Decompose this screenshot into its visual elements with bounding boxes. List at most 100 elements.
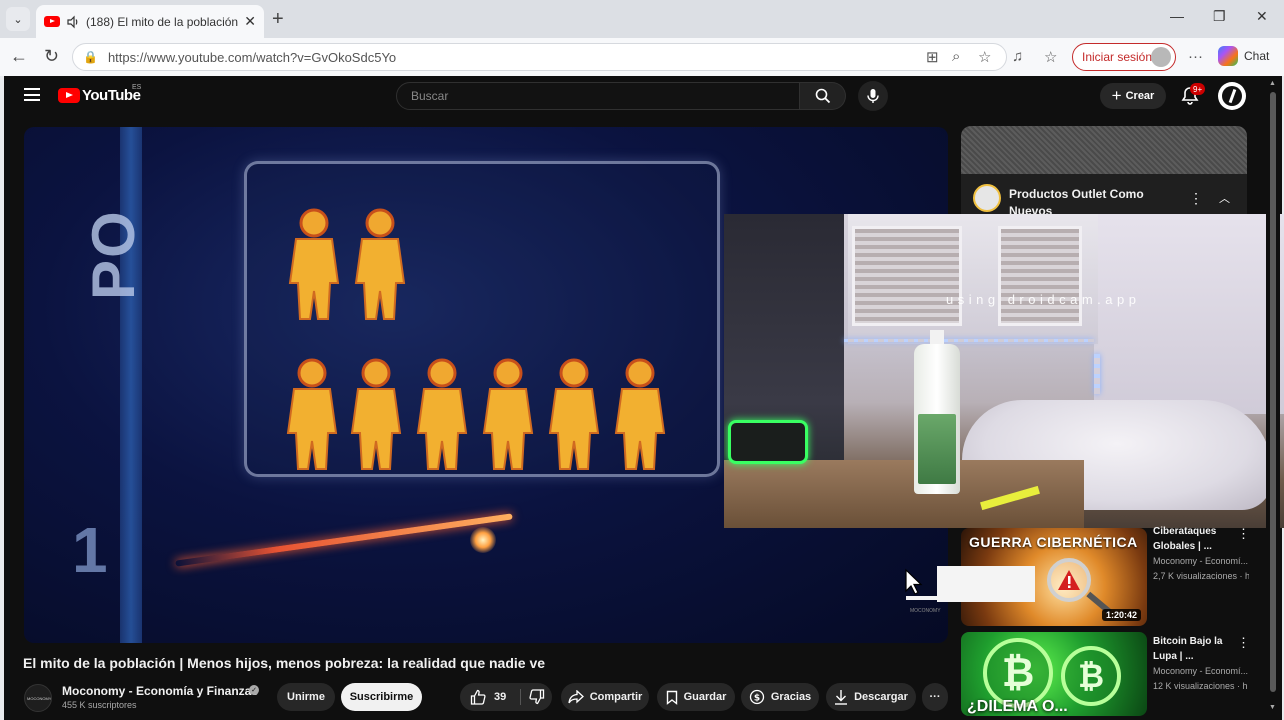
plus-icon: + — [1111, 86, 1122, 105]
redaction-box — [937, 566, 1035, 602]
window-border — [0, 76, 4, 720]
avatar-icon — [1222, 86, 1242, 106]
favorite-star-icon[interactable]: ☆ — [978, 48, 991, 66]
subscribe-label: Suscribirme — [349, 691, 414, 703]
browser-toolbar: ← ↻ 🔒 https://www.youtube.com/watch?v=Gv… — [0, 38, 1284, 76]
speaker-icon[interactable] — [66, 15, 80, 29]
maximize-icon[interactable]: ❐ — [1213, 8, 1226, 25]
download-icon — [835, 690, 848, 705]
more-actions-icon[interactable]: ⋮ — [1237, 635, 1250, 651]
chevron-down-icon: ⌄ — [13, 13, 23, 26]
ad-title[interactable]: Productos Outlet Como Nuevos — [1009, 186, 1189, 214]
zoom-icon[interactable]: ⌕ — [952, 48, 960, 65]
person-figure-icon — [614, 358, 666, 470]
thanks-button[interactable]: $ Gracias — [741, 683, 819, 711]
scrollbar-thumb[interactable] — [1270, 92, 1276, 692]
subscriber-count: 455 K suscriptores — [62, 700, 137, 710]
favorites-icon[interactable]: ☆ — [1044, 48, 1057, 66]
minimize-icon[interactable]: — — [1170, 8, 1184, 24]
recommendation-channel[interactable]: Moconomy - Economí... — [1153, 666, 1249, 676]
download-button[interactable]: Descargar — [826, 683, 916, 711]
recommendation-channel[interactable]: Moconomy - Economí... — [1153, 556, 1249, 566]
ad-banner-image[interactable] — [961, 126, 1247, 174]
create-button[interactable]: + Crear — [1100, 83, 1166, 109]
close-tab-icon[interactable]: ✕ — [244, 13, 256, 30]
app-available-icon[interactable]: ⊞ — [926, 48, 939, 66]
like-button[interactable]: 39 — [460, 683, 520, 711]
reload-icon[interactable]: ↻ — [44, 46, 59, 67]
channel-name[interactable]: Moconomy - Economía y Finanzas — [62, 684, 258, 698]
voice-search-button[interactable] — [858, 81, 888, 111]
scroll-down-icon[interactable]: ▼ — [1269, 704, 1276, 711]
share-button[interactable]: Compartir — [561, 683, 649, 711]
chat-label: Chat — [1244, 49, 1270, 63]
ad-menu-icon[interactable]: ⋮ — [1189, 190, 1203, 207]
bookmark-icon — [666, 690, 677, 705]
search-icon — [815, 88, 830, 104]
signin-button[interactable]: Iniciar sesión — [1072, 43, 1176, 71]
mini-brand-text: MOCONOMY — [910, 608, 941, 614]
scroll-up-icon[interactable]: ▲ — [1269, 80, 1276, 87]
channel-avatar[interactable]: MOCONOMY — [24, 684, 52, 712]
save-button[interactable]: Guardar — [657, 683, 735, 711]
youtube-header: YouTube ES + Crear 9+ — [4, 76, 1282, 116]
bitcoin-icon: ₿ — [1061, 646, 1121, 706]
share-label: Compartir — [589, 691, 643, 703]
tab-list-button[interactable]: ⌄ — [6, 7, 30, 31]
new-tab-button[interactable]: + — [272, 8, 284, 31]
more-actions-icon[interactable]: ⋮ — [1237, 526, 1250, 542]
person-figure-icon — [288, 208, 340, 320]
youtube-favicon-icon — [44, 16, 60, 27]
share-icon — [568, 690, 584, 704]
channel-avatar-text: MOCONOMY — [27, 696, 52, 701]
super-thanks-icon: $ — [749, 689, 764, 705]
dislike-button[interactable] — [521, 683, 552, 711]
webcam-blind — [998, 226, 1082, 326]
person-figure-icon — [286, 358, 338, 470]
page-scrollbar[interactable]: ▲ ▼ — [1266, 80, 1280, 716]
search-input[interactable] — [409, 88, 789, 104]
recommendation-views: 12 K visualizaciones · h — [1153, 681, 1248, 691]
webcam-bottle-label — [918, 414, 956, 484]
more-actions-button[interactable]: ··· — [922, 683, 948, 711]
webcam-green-device — [728, 420, 808, 464]
verified-icon: ✓ — [249, 685, 259, 695]
youtube-logo[interactable]: YouTube — [58, 87, 141, 104]
media-control-icon[interactable]: ♫ — [1012, 48, 1023, 65]
account-avatar[interactable] — [1218, 82, 1246, 110]
url-text: https://www.youtube.com/watch?v=GvOkoSdc… — [107, 49, 397, 65]
copilot-chat-button[interactable]: Chat — [1218, 46, 1269, 66]
subscribe-button[interactable]: Suscribirme — [341, 683, 422, 711]
search-button[interactable] — [800, 82, 846, 110]
download-label: Descargar — [854, 691, 908, 703]
close-window-icon[interactable]: ✕ — [1256, 8, 1268, 25]
person-figure-icon — [482, 358, 534, 470]
recommendation-item[interactable]: ₿ ₿ ¿DILEMA O... Bitcoin Bajo la Lupa | … — [961, 632, 1279, 716]
save-label: Guardar — [683, 691, 727, 703]
webcam-led-strip — [1094, 354, 1100, 394]
browser-tab[interactable]: (188) El mito de la población | Menos hi… — [36, 5, 264, 38]
recommendation-thumbnail[interactable]: ₿ ₿ ¿DILEMA O... — [961, 632, 1147, 716]
mouse-cursor-icon — [905, 568, 923, 595]
sidebar-ad[interactable]: Productos Outlet Como Nuevos ⋮ ︿ — [961, 126, 1247, 214]
chevron-up-icon[interactable]: ︿ — [1219, 190, 1230, 206]
notification-badge: 9+ — [1190, 83, 1206, 95]
address-bar[interactable]: 🔒 https://www.youtube.com/watch?v=GvOkoS… — [72, 43, 1007, 71]
webcam-overlay: using droidcam.app — [724, 214, 1284, 528]
video-title: El mito de la población | Menos hijos, m… — [23, 655, 546, 671]
recommendation-views: 2,7 K visualizaciones · h — [1153, 571, 1249, 581]
recommendation-title[interactable]: Bitcoin Bajo la Lupa | ... — [1153, 634, 1247, 664]
browser-tab-bar: ⌄ (188) El mito de la población | Menos … — [0, 0, 1284, 38]
more-options-icon[interactable]: ··· — [1188, 48, 1203, 65]
thumbnail-caption: GUERRA CIBERNÉTICA — [969, 534, 1138, 550]
person-figure-icon — [416, 358, 468, 470]
recommendation-title[interactable]: Ciberataques Globales | ... — [1153, 524, 1247, 554]
back-arrow-icon[interactable]: ← — [10, 46, 28, 67]
webcam-blind — [852, 226, 962, 326]
search-box[interactable] — [396, 82, 800, 110]
site-info-icon[interactable]: 🔒 — [83, 50, 98, 64]
join-button[interactable]: Unirme — [277, 683, 335, 711]
person-figure-icon — [548, 358, 600, 470]
copilot-icon — [1218, 46, 1238, 66]
menu-icon[interactable] — [24, 88, 40, 101]
